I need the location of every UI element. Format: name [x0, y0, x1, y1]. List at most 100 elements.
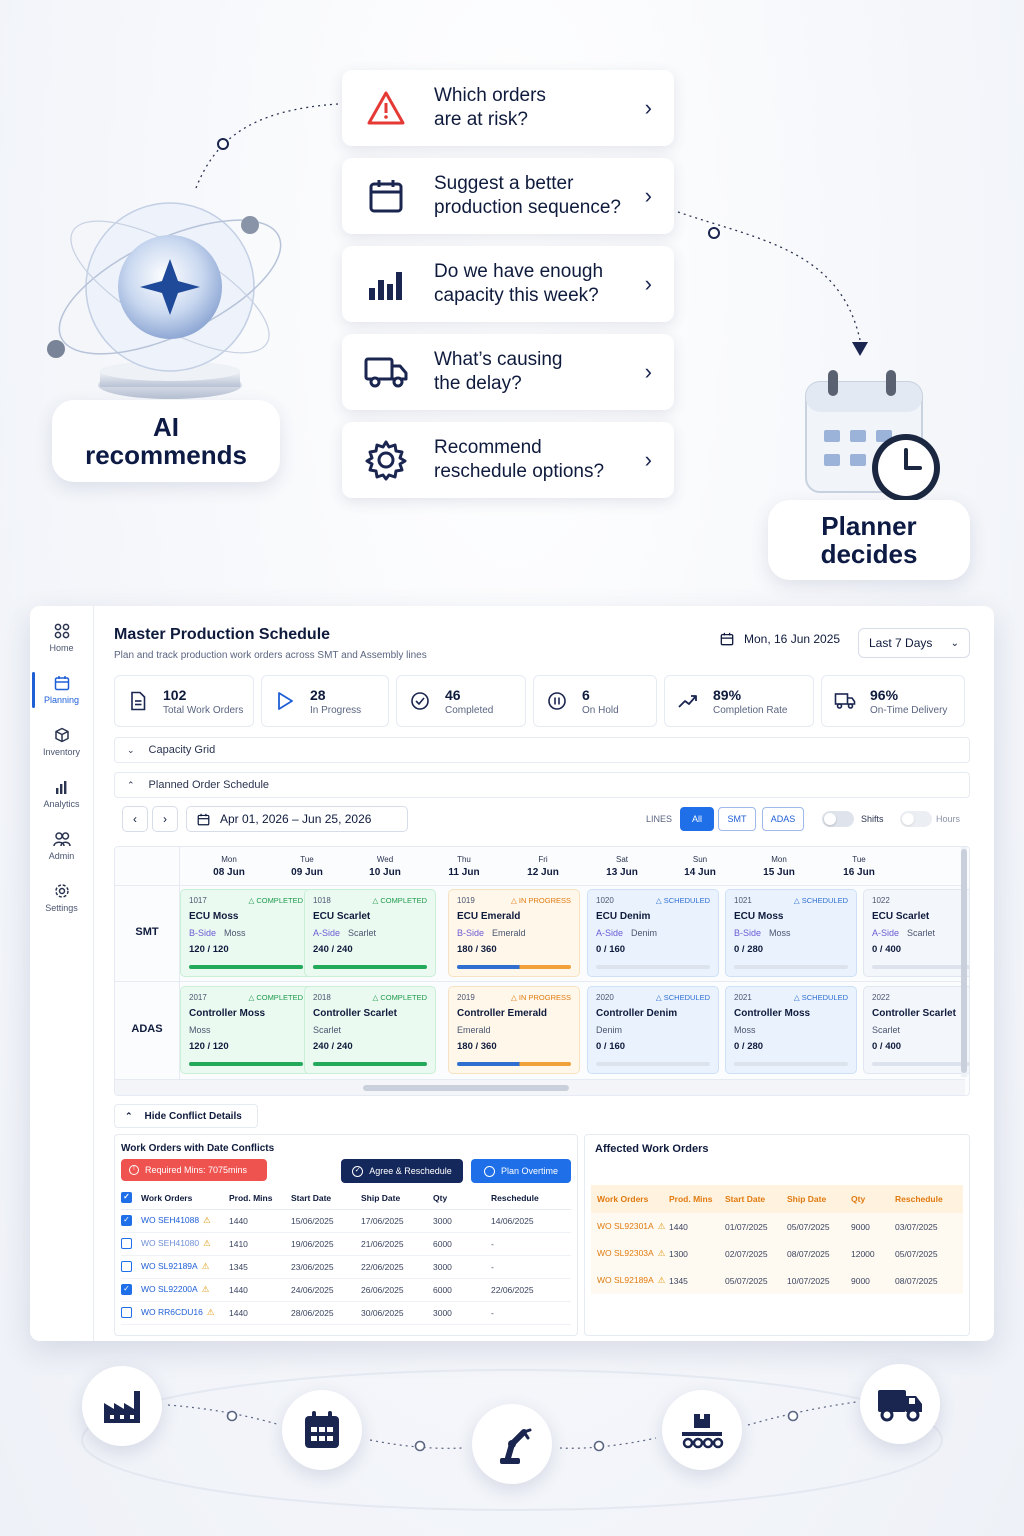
question-orders-at-risk[interactable]: Which orders are at risk? ›	[342, 70, 674, 146]
work-order-link[interactable]: WO SEH41088	[141, 1215, 199, 1225]
filter-chip-all[interactable]: All	[680, 807, 714, 831]
date-range-text: Apr 01, 2026 – Jun 25, 2026	[220, 812, 372, 826]
work-order-card[interactable]: 2022 Controller Scarlet Scarlet 0 / 400	[863, 986, 969, 1074]
column-header: Start Date	[725, 1185, 787, 1213]
filter-chip-smt[interactable]: SMT	[718, 807, 756, 831]
work-order-card[interactable]: 2018 △ COMPLETED Controller Scarlet Scarlet…	[304, 986, 436, 1074]
select-all-checkbox[interactable]: ✓	[121, 1192, 132, 1204]
reschedule-cell: -	[491, 1255, 571, 1279]
sidebar-item-settings[interactable]: Settings	[30, 872, 93, 924]
shifts-toggle[interactable]	[822, 811, 854, 827]
robot-arm-icon	[472, 1404, 552, 1484]
truck-icon	[832, 688, 858, 714]
table-row[interactable]: WO SL92189A ⚠ 1345 05/07/2025 10/07/2025 9000…	[591, 1267, 963, 1294]
work-order-name: Controller Denim	[596, 1008, 678, 1019]
clock-icon	[483, 1165, 495, 1177]
work-order-card[interactable]: 1021 △ SCHEDULED ECU Moss B-Side Moss 0 / 280	[725, 889, 857, 977]
row-label-adas: ADAS	[131, 1023, 163, 1035]
status-icon: △	[511, 896, 519, 905]
work-order-link[interactable]: WO SL92303A	[597, 1248, 654, 1258]
work-order-name: Controller Scarlet	[872, 1008, 956, 1019]
table-row[interactable]: WO SL92189A ⚠ 1345 23/06/2025 22/06/2025 3000…	[121, 1255, 571, 1279]
work-order-link[interactable]: WO SL92189A	[141, 1261, 198, 1271]
row-checkbox[interactable]: ✓	[121, 1215, 132, 1227]
table-row[interactable]: ✓ WO SEH41088 ⚠ 1440 15/06/2025 17/06/2025 300…	[121, 1209, 571, 1233]
table-row[interactable]: WO RR6CDU16 ⚠ 1440 28/06/2025 30/06/2025 3000…	[121, 1301, 571, 1325]
work-order-name: ECU Moss	[734, 911, 784, 922]
work-order-card[interactable]: 1020 △ SCHEDULED ECU Denim A-Side Denim 0 / 1…	[587, 889, 719, 977]
question-reschedule-options[interactable]: Recommend reschedule options? ›	[342, 422, 674, 498]
column-header: Qty	[433, 1187, 491, 1210]
work-order-qty: 180 / 360	[457, 944, 497, 955]
status-badge: △ COMPLETED	[248, 993, 303, 1002]
truck-icon	[860, 1364, 940, 1444]
work-order-qty: 120 / 120	[189, 944, 229, 955]
question-delay-cause[interactable]: What’s causing the delay? ›	[342, 334, 674, 410]
work-order-qty: 0 / 160	[596, 944, 626, 955]
column-header: Reschedule	[491, 1187, 571, 1210]
work-order-link[interactable]: WO SL92189A	[597, 1275, 654, 1285]
conflicts-table: ✓ Work Orders Prod. Mins Start Date Ship…	[121, 1187, 571, 1325]
prod-mins-cell: 1440	[229, 1278, 291, 1302]
work-order-card[interactable]: 2020 △ SCHEDULED Controller Denim Denim 0 / …	[587, 986, 719, 1074]
hours-label: Hours	[936, 814, 961, 824]
work-order-name: ECU Scarlet	[872, 911, 930, 922]
date-range-picker[interactable]: Apr 01, 2026 – Jun 25, 2026	[186, 806, 408, 832]
warning-icon: ⚠	[201, 1284, 210, 1294]
work-order-variant: A-Side Denim	[596, 928, 658, 938]
question-capacity[interactable]: Do we have enough capacity this week? ›	[342, 246, 674, 322]
row-checkbox[interactable]	[121, 1238, 132, 1250]
hide-conflicts-toggle[interactable]: ⌃ Hide Conflict Details	[114, 1104, 258, 1128]
row-checkbox[interactable]	[121, 1307, 132, 1319]
progress-bar	[734, 1062, 848, 1066]
work-order-card[interactable]: 1019 △ IN PROGRESS ECU Emerald B-Side Emeral…	[448, 889, 580, 977]
work-order-link[interactable]: WO SL92200A	[141, 1284, 198, 1294]
work-order-name: Controller Scarlet	[313, 1008, 397, 1019]
work-order-link[interactable]: WO RR6CDU16	[141, 1307, 203, 1317]
hours-toggle[interactable]	[900, 811, 932, 827]
row-checkbox[interactable]: ✓	[121, 1284, 132, 1296]
capacity-grid-toggle[interactable]: ⌄ Capacity Grid	[114, 737, 970, 763]
work-order-card[interactable]: 1022 ECU Scarlet A-Side Scarlet 0 / 400	[863, 889, 969, 977]
sidebar-item-home[interactable]: Home	[30, 612, 93, 664]
sidebar-item-planning[interactable]: Planning	[30, 664, 93, 716]
table-row[interactable]: ✓ WO SL92200A ⚠ 1440 24/06/2025 26/06/2025 600…	[121, 1278, 571, 1302]
work-order-card[interactable]: 1017 △ COMPLETED ECU Moss B-Side Moss 120 / 1…	[180, 889, 312, 977]
work-order-link[interactable]: WO SL92301A	[597, 1221, 654, 1231]
current-date-text: Mon, 16 Jun 2025	[744, 632, 841, 646]
warning-icon: ⚠	[201, 1261, 210, 1271]
calendar-icon	[282, 1390, 362, 1470]
table-row[interactable]: WO SL92301A ⚠ 1440 01/07/2025 05/07/2025 9000…	[591, 1213, 963, 1240]
question-production-sequence[interactable]: Suggest a better production sequence? ›	[342, 158, 674, 234]
work-order-link[interactable]: WO SEH41080	[141, 1238, 199, 1248]
filter-chip-adas[interactable]: ADAS	[762, 807, 804, 831]
work-order-card[interactable]: 1018 △ COMPLETED ECU Scarlet A-Side Scarlet 2…	[304, 889, 436, 977]
work-order-card[interactable]: 2017 △ COMPLETED Controller Moss Moss 120 / …	[180, 986, 312, 1074]
agree-reschedule-button[interactable]: ✓ Agree & Reschedule	[341, 1159, 463, 1183]
work-order-variant: B-Side Emerald	[457, 928, 526, 938]
column-header: Ship Date	[361, 1187, 433, 1210]
work-order-qty: 0 / 280	[734, 1041, 764, 1052]
plan-overtime-button[interactable]: Plan Overtime	[471, 1159, 571, 1183]
chevron-right-icon: ›	[644, 95, 652, 120]
range-select[interactable]: Last 7 Days ⌄	[858, 628, 970, 658]
sidebar: Home Planning Inventory Analytics Admin …	[30, 606, 94, 1341]
sidebar-item-analytics[interactable]: Analytics	[30, 768, 93, 820]
work-order-card[interactable]: 2019 △ IN PROGRESS Controller Emerald Emera…	[448, 986, 580, 1074]
status-badge: △ SCHEDULED	[655, 896, 710, 905]
reschedule-cell: 03/07/2025	[895, 1221, 938, 1232]
work-order-card[interactable]: 2021 △ SCHEDULED Controller Moss Moss 0 / 28…	[725, 986, 857, 1074]
progress-bar	[872, 965, 969, 969]
progress-bar	[596, 965, 710, 969]
prod-mins-cell: 1440	[229, 1209, 291, 1233]
sidebar-item-admin[interactable]: Admin	[30, 820, 93, 872]
prev-button[interactable]: ‹	[122, 806, 148, 832]
table-row[interactable]: WO SL92303A ⚠ 1300 02/07/2025 08/07/2025 1200…	[591, 1240, 963, 1267]
next-button[interactable]: ›	[152, 806, 178, 832]
sidebar-item-inventory[interactable]: Inventory	[30, 716, 93, 768]
row-checkbox[interactable]	[121, 1261, 132, 1273]
planned-schedule-toggle[interactable]: ⌃ Planned Order Schedule	[114, 772, 970, 798]
table-row[interactable]: WO SEH41080 ⚠ 1410 19/06/2025 21/06/2025 6000…	[121, 1232, 571, 1256]
qty-cell: 6000	[433, 1278, 491, 1302]
column-header: Prod. Mins	[229, 1187, 291, 1210]
